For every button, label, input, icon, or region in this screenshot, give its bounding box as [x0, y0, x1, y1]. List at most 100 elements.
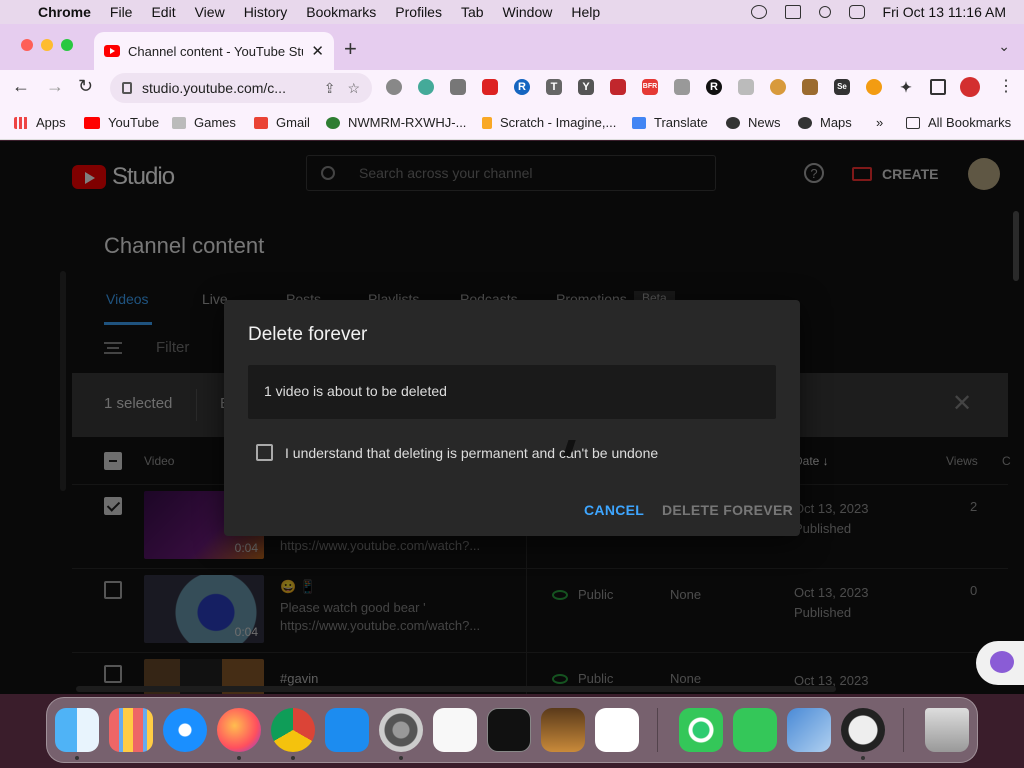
- scratch-icon: [482, 116, 492, 129]
- bookmark-star-icon[interactable]: ☆: [347, 80, 360, 97]
- address-bar[interactable]: studio.youtube.com/c... ⇪ ☆: [110, 73, 372, 103]
- extension-13-icon[interactable]: [770, 79, 786, 95]
- extension-3-icon[interactable]: [450, 79, 466, 95]
- bookmark-gmail[interactable]: Gmail: [254, 115, 310, 130]
- chrome-menu-icon[interactable]: ⋮: [998, 76, 1014, 96]
- menu-profiles[interactable]: Profiles: [395, 4, 442, 20]
- safari-icon[interactable]: [163, 708, 207, 752]
- globe-icon: [726, 116, 740, 129]
- bookmark-maps[interactable]: Maps: [798, 115, 852, 130]
- reload-button[interactable]: ↻: [78, 76, 93, 97]
- running-indicator: [75, 756, 79, 760]
- bookmarks-bar: Apps YouTube Games Gmail NWMRM-RXWHJ-...…: [0, 106, 1024, 140]
- menu-bookmarks[interactable]: Bookmarks: [306, 4, 376, 20]
- overflow-chevron-icon: »: [876, 115, 884, 130]
- extension-14-icon[interactable]: [802, 79, 818, 95]
- extension-12-icon[interactable]: [738, 79, 754, 95]
- brain-extension-icon[interactable]: [976, 641, 1024, 685]
- extension-11-icon[interactable]: R: [706, 79, 722, 95]
- system-settings-icon[interactable]: [379, 708, 423, 752]
- bookmark-translate[interactable]: Translate: [632, 115, 708, 130]
- minimize-window-button[interactable]: [41, 39, 53, 51]
- chrome-icon[interactable]: [271, 708, 315, 752]
- checkbox-box[interactable]: [256, 444, 273, 461]
- bookmark-label: News: [748, 115, 781, 130]
- bookmark-label: Translate: [654, 115, 708, 130]
- maximize-window-button[interactable]: [61, 39, 73, 51]
- finder-icon[interactable]: [55, 708, 99, 752]
- menu-help[interactable]: Help: [571, 4, 600, 20]
- control-center-icon[interactable]: [848, 5, 865, 19]
- bookmark-apps[interactable]: Apps: [14, 115, 66, 130]
- tab-search-chevron-icon[interactable]: ⌄: [998, 38, 1010, 55]
- app-store-icon[interactable]: [325, 708, 369, 752]
- extension-16-icon[interactable]: [866, 79, 882, 95]
- menu-window[interactable]: Window: [503, 4, 553, 20]
- extension-2-icon[interactable]: [418, 79, 434, 95]
- menu-tab[interactable]: Tab: [461, 4, 484, 20]
- adobe-acrobat-icon[interactable]: [960, 77, 980, 97]
- running-indicator: [861, 756, 865, 760]
- obs-icon[interactable]: [841, 708, 885, 752]
- cancel-button[interactable]: CANCEL: [584, 502, 644, 518]
- extension-5-icon[interactable]: R: [514, 79, 530, 95]
- spotlight-search-icon[interactable]: [818, 6, 831, 18]
- share-icon[interactable]: ⇪: [324, 80, 336, 97]
- bookmark-label: YouTube: [108, 115, 160, 130]
- dock-divider: [657, 708, 658, 752]
- close-tab-icon[interactable]: ✕: [311, 42, 324, 60]
- textedit-icon[interactable]: [433, 708, 477, 752]
- delete-forever-button[interactable]: DELETE FOREVER: [662, 502, 793, 518]
- extension-4-icon[interactable]: [482, 79, 498, 95]
- extension-1-icon[interactable]: [386, 79, 402, 95]
- menu-edit[interactable]: Edit: [151, 4, 175, 20]
- forward-button[interactable]: →: [46, 76, 64, 97]
- bookmark-youtube[interactable]: YouTube: [84, 115, 159, 130]
- screen-mirroring-icon[interactable]: [784, 5, 801, 19]
- youtube-favicon-icon: [104, 45, 120, 57]
- preview-icon[interactable]: [787, 708, 831, 752]
- vscode-icon[interactable]: [595, 708, 639, 752]
- macos-dock: [46, 697, 978, 763]
- extension-8-icon[interactable]: [610, 79, 626, 95]
- side-panel-icon[interactable]: [930, 79, 946, 95]
- checkbox-label: I understand that deleting is permanent …: [285, 444, 659, 461]
- bookmark-games[interactable]: Games: [172, 115, 236, 130]
- lock-icon: [122, 82, 132, 94]
- messages-icon[interactable]: [733, 708, 777, 752]
- find-my-icon[interactable]: [679, 708, 723, 752]
- browser-tab-active[interactable]: Channel content - YouTube Stu ✕: [94, 32, 334, 70]
- trash-icon[interactable]: [925, 708, 969, 752]
- bookmark-label: Games: [194, 115, 236, 130]
- extension-15-icon[interactable]: Se: [834, 79, 850, 95]
- menu-view[interactable]: View: [195, 4, 225, 20]
- menu-file[interactable]: File: [110, 4, 133, 20]
- extensions-puzzle-icon[interactable]: ✦: [898, 79, 914, 95]
- close-window-button[interactable]: [21, 39, 33, 51]
- tab-title: Channel content - YouTube Stu: [128, 43, 304, 59]
- extension-7-icon[interactable]: Y: [578, 79, 594, 95]
- menu-history[interactable]: History: [244, 4, 288, 20]
- bookmarks-overflow-button[interactable]: »: [876, 115, 883, 130]
- firefox-icon[interactable]: [217, 708, 261, 752]
- macos-menubar: Chrome File Edit View History Bookmarks …: [0, 0, 1024, 24]
- status-circle-icon[interactable]: [750, 5, 767, 19]
- menubar-clock[interactable]: Fri Oct 13 11:16 AM: [883, 4, 1006, 20]
- terminal-icon[interactable]: [487, 708, 531, 752]
- bookmark-all-bookmarks[interactable]: All Bookmarks: [906, 115, 1011, 130]
- back-button[interactable]: ←: [12, 76, 30, 97]
- confirm-permanent-checkbox[interactable]: I understand that deleting is permanent …: [256, 444, 658, 461]
- bookmark-scratch[interactable]: Scratch - Imagine,...: [482, 115, 616, 130]
- menu-app-name[interactable]: Chrome: [38, 4, 91, 20]
- extension-6-icon[interactable]: T: [546, 79, 562, 95]
- translate-icon: [632, 116, 646, 129]
- launchpad-icon[interactable]: [109, 708, 153, 752]
- extension-9-icon[interactable]: BFR: [642, 79, 658, 95]
- youtube-icon: [84, 116, 100, 129]
- bookmark-news[interactable]: News: [726, 115, 781, 130]
- phone-icon: [326, 116, 340, 129]
- extension-10-icon[interactable]: [674, 79, 690, 95]
- bookmark-nwmrm[interactable]: NWMRM-RXWHJ-...: [326, 115, 466, 130]
- garageband-icon[interactable]: [541, 708, 585, 752]
- new-tab-button[interactable]: +: [344, 36, 357, 62]
